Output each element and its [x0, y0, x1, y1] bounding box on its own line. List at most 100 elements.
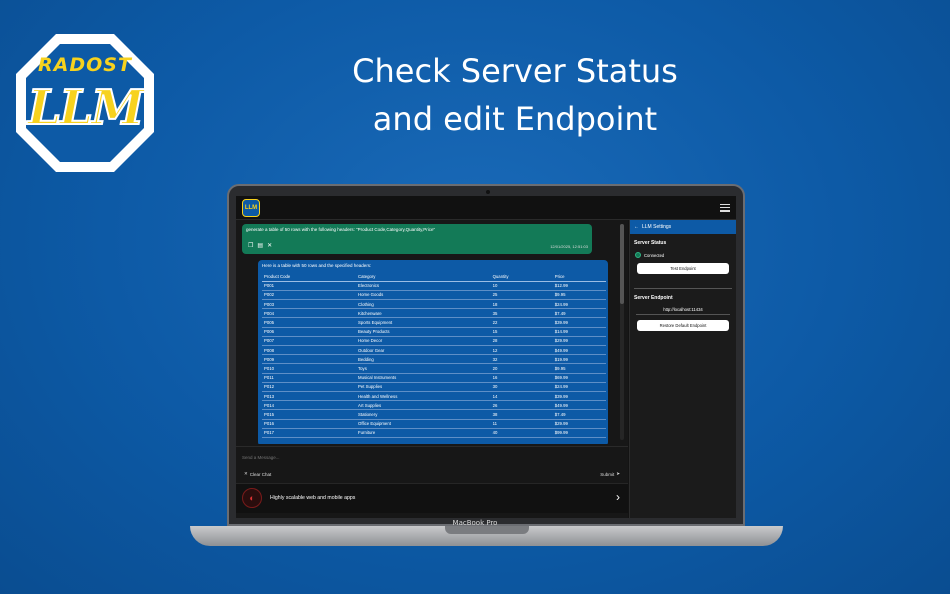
table-cell: Bedding: [356, 354, 491, 365]
table-row: P017 Furniture 40 $99.99: [262, 428, 606, 438]
message-timestamp: 12/01/2025, 12:51:03: [550, 244, 588, 249]
laptop-base: [190, 526, 783, 546]
restore-default-button[interactable]: Restore Default Endpoint: [637, 320, 729, 331]
table-cell: $49.99: [552, 345, 606, 356]
back-arrow-icon[interactable]: ←: [634, 224, 639, 230]
table-row: P001 Electronics 10 $12.99: [262, 281, 606, 291]
table-cell: 32: [490, 354, 553, 365]
status-text: Connected: [644, 252, 665, 258]
chat-panel: generate a table of 50 rows with the fol…: [236, 220, 628, 518]
table-cell: $29.99: [552, 419, 606, 429]
table-header-cell: Quantity: [490, 272, 553, 282]
table-cell: $29.99: [552, 336, 606, 347]
server-endpoint-title: Server Endpoint: [634, 295, 673, 301]
user-message-text: generate a table of 50 rows with the fol…: [246, 227, 436, 232]
table-row: P002 Home Goods 25 $9.95: [262, 290, 606, 301]
table-cell: 16: [490, 373, 553, 383]
headline-line-1: Check Server Status: [352, 52, 678, 90]
ad-logo-icon: ◐: [242, 488, 262, 508]
table-cell: P005: [262, 317, 357, 328]
table-cell: Musical Instruments: [356, 373, 491, 383]
table-cell: P017: [262, 428, 357, 438]
table-cell: P006: [262, 327, 357, 337]
settings-panel: ← LLM Settings Server Status Connected T…: [629, 220, 736, 518]
table-row: P004 Kitchenware 35 $7.49: [262, 308, 606, 319]
table-cell: Stationery: [356, 409, 491, 420]
table-cell: 11: [490, 419, 553, 429]
user-message-bubble: generate a table of 50 rows with the fol…: [242, 224, 592, 254]
copy-icon[interactable]: ❐: [248, 242, 253, 249]
clipboard-icon[interactable]: ▤: [257, 242, 263, 249]
table-cell: P007: [262, 336, 357, 347]
table-cell: Furniture: [356, 428, 491, 438]
hamburger-menu-icon[interactable]: [720, 203, 730, 212]
table-cell: 12: [490, 345, 553, 356]
table-cell: $9.95: [552, 363, 606, 374]
table-header-cell: Price: [552, 272, 606, 282]
table-cell: $24.99: [552, 299, 606, 310]
table-cell: $49.99: [552, 400, 606, 411]
chevron-right-icon[interactable]: ›: [616, 490, 620, 504]
table-cell: Art Supplies: [356, 400, 491, 411]
table-cell: Sports Equipment: [356, 317, 491, 328]
table-cell: Clothing: [356, 299, 491, 310]
divider: [634, 288, 732, 289]
scrollbar-thumb[interactable]: [620, 224, 624, 304]
table-cell: 26: [490, 400, 553, 411]
table-row: P009 Bedding 32 $19.99: [262, 354, 606, 365]
server-status: Connected: [635, 252, 736, 258]
table-cell: P009: [262, 354, 357, 365]
radost-llm-logo: RADOST LLM: [10, 28, 160, 178]
table-cell: Health and Wellness: [356, 391, 491, 402]
table-cell: 15: [490, 327, 553, 337]
base-notch: [445, 526, 529, 534]
submit-button[interactable]: Submit ➤: [600, 471, 620, 477]
chat-scrollbar[interactable]: [620, 224, 624, 440]
message-input[interactable]: [242, 451, 622, 463]
table-cell: Outdoor Gear: [356, 345, 491, 356]
message-actions: ❐ ▤ ✕: [248, 242, 272, 249]
clear-chat-button[interactable]: ✕ Clear Chat: [244, 471, 271, 477]
close-icon: ✕: [244, 471, 248, 476]
table-cell: P012: [262, 382, 357, 392]
app-logo-icon[interactable]: LLM: [242, 198, 260, 217]
table-row: P015 Stationery 38 $7.49: [262, 409, 606, 420]
table-cell: $19.99: [552, 354, 606, 365]
table-cell: Electronics: [356, 281, 491, 291]
table-cell: P013: [262, 391, 357, 402]
table-cell: Home Goods: [356, 290, 491, 301]
product-table: Product Code Category Quantity Price P001 El…: [262, 272, 606, 438]
table-cell: 25: [490, 290, 553, 301]
ad-text: Highly scalable web and mobile apps: [270, 495, 356, 501]
table-cell: 40: [490, 428, 553, 438]
table-cell: $7.49: [552, 308, 606, 319]
table-cell: Kitchenware: [356, 308, 491, 319]
table-cell: P003: [262, 299, 357, 310]
laptop-screen: LLM generate a table of 50 rows with the…: [236, 196, 736, 518]
table-cell: $99.99: [552, 428, 606, 438]
table-cell: 10: [490, 281, 553, 291]
bot-message-intro: Here is a table with 50 rows and the spe…: [262, 263, 372, 268]
app-topbar: LLM: [236, 196, 736, 220]
composer: ✕ Clear Chat Submit ➤ ◐ Highly scalable …: [236, 446, 628, 518]
endpoint-field[interactable]: http://localhost:11434: [636, 307, 730, 315]
chat-history: generate a table of 50 rows with the fol…: [236, 220, 628, 444]
table-cell: $24.99: [552, 382, 606, 392]
table-header-cell: Product Code: [262, 272, 357, 282]
server-status-title: Server Status: [634, 240, 667, 246]
test-endpoint-button[interactable]: Test Endpoint: [637, 263, 729, 274]
table-row: P010 Toys 20 $9.95: [262, 363, 606, 374]
table-cell: $7.49: [552, 409, 606, 420]
table-cell: 35: [490, 308, 553, 319]
table-cell: Beauty Products: [356, 327, 491, 337]
table-cell: $14.99: [552, 327, 606, 337]
table-row: P012 Pet Supplies 30 $24.99: [262, 382, 606, 392]
table-cell: Home Decor: [356, 336, 491, 347]
table-row: P006 Beauty Products 15 $14.99: [262, 327, 606, 337]
table-cell: 28: [490, 336, 553, 347]
close-icon[interactable]: ✕: [267, 242, 272, 249]
table-row: P013 Health and Wellness 14 $39.99: [262, 391, 606, 402]
ad-banner[interactable]: ◐ Highly scalable web and mobile apps ›: [236, 483, 628, 513]
table-row: P003 Clothing 18 $24.99: [262, 299, 606, 310]
table-cell: P010: [262, 363, 357, 374]
